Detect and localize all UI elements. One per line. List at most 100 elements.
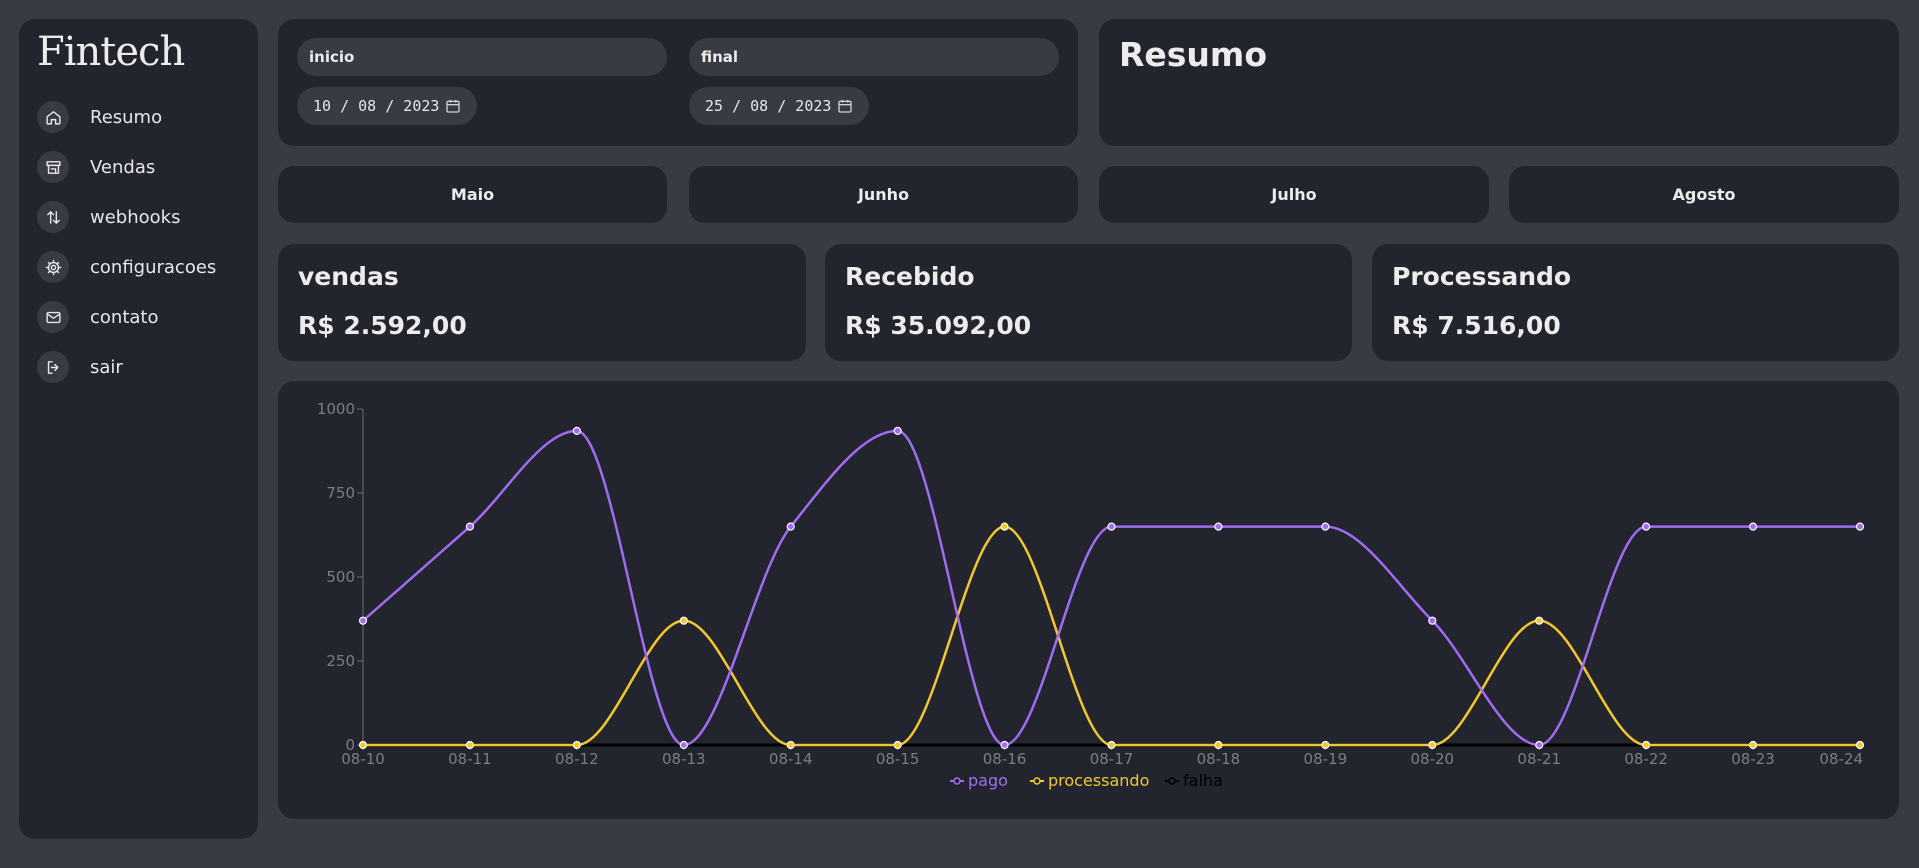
legend-label-processando: processando (1048, 771, 1149, 790)
store-icon (37, 151, 69, 183)
data-point-pago (1535, 740, 1544, 750)
data-point-processando (465, 740, 475, 750)
sidebar-item-label: contato (90, 306, 159, 328)
data-point-processando (1748, 740, 1758, 750)
x-tick-label: 08-23 (1731, 750, 1775, 768)
y-tick-label: 1000 (317, 400, 355, 418)
x-tick-label: 08-20 (1410, 750, 1454, 768)
start-date-label: inicio (297, 38, 667, 76)
stat-card-value: R$ 35.092,00 (845, 311, 1032, 340)
gear-icon (37, 251, 69, 283)
start-date-group: inicio 10 / 08 / 2023 (297, 38, 667, 125)
stat-card-value: R$ 2.592,00 (298, 311, 467, 340)
x-tick-label: 08-15 (876, 750, 920, 768)
sidebar-item-label: sair (90, 356, 123, 378)
x-tick-label: 08-13 (662, 750, 706, 768)
data-point-pago (1642, 522, 1651, 531)
data-point-pago (1428, 616, 1437, 625)
x-tick-label: 08-16 (983, 750, 1027, 768)
sidebar-item-label: configuracoes (90, 256, 217, 278)
data-point-pago (679, 740, 688, 750)
sidebar-item-webhooks[interactable]: webhooks (37, 201, 216, 233)
stat-card-value: R$ 7.516,00 (1392, 311, 1561, 340)
x-tick-label: 08-22 (1624, 750, 1668, 768)
x-tick-label: 08-10 (341, 750, 385, 768)
calendar-icon[interactable] (837, 98, 853, 114)
data-point-pago (1000, 740, 1009, 750)
data-point-processando (1535, 616, 1544, 625)
sidebar-nav: Resumo Vendas webhooks configuracoes con… (37, 101, 216, 401)
y-tick-label: 750 (326, 484, 355, 502)
sidebar-item-sair[interactable]: sair (37, 351, 216, 383)
data-point-pago (1748, 522, 1758, 531)
stat-card-recebido: Recebido R$ 35.092,00 (825, 244, 1352, 361)
sidebar-item-contato[interactable]: contato (37, 301, 216, 333)
data-point-processando (1855, 740, 1865, 750)
arrows-updown-icon (37, 201, 69, 233)
data-point-processando (1321, 740, 1330, 750)
x-tick-label: 08-12 (555, 750, 599, 768)
month-button-agosto[interactable]: Agosto (1509, 166, 1899, 223)
end-date-input[interactable]: 25 / 08 / 2023 (689, 87, 870, 125)
sidebar-item-resumo[interactable]: Resumo (37, 101, 216, 133)
logout-icon (37, 351, 69, 383)
sidebar-item-label: Vendas (90, 156, 156, 178)
legend-label-pago: pago (968, 771, 1008, 790)
data-point-processando (1107, 740, 1116, 750)
data-point-pago (786, 522, 795, 531)
x-tick-label: 08-11 (448, 750, 492, 768)
stat-card-title: vendas (298, 262, 399, 291)
data-point-pago (1214, 522, 1223, 531)
x-tick-label: 08-14 (769, 750, 813, 768)
data-point-processando (679, 616, 688, 625)
end-date-group: final 25 / 08 / 2023 (689, 38, 1059, 125)
month-button-julho[interactable]: Julho (1099, 166, 1489, 223)
data-point-pago (893, 426, 902, 435)
data-point-pago (572, 426, 581, 435)
sidebar-item-configuracoes[interactable]: configuracoes (37, 251, 216, 283)
data-point-pago (1107, 522, 1116, 531)
data-point-processando (358, 740, 368, 750)
data-point-processando (1642, 740, 1651, 750)
app-logo: Fintech (37, 29, 185, 75)
series-line-processando (363, 525, 1861, 747)
line-chart: 0250500750100008-10 08-11 08-12 08-13 08-14 0… (317, 400, 1865, 790)
x-tick-label: 08-17 (1090, 750, 1134, 768)
chart-panel: 0 250 500 750 1000 08-10 08-11 08-12 08-13 08-14 0… (278, 381, 1899, 819)
legend-marker-falha (1168, 777, 1176, 785)
summary-panel: Resumo (1099, 19, 1899, 146)
month-button-maio[interactable]: Maio (278, 166, 667, 223)
sidebar-item-vendas[interactable]: Vendas (37, 151, 216, 183)
stat-card-processando: Processando R$ 7.516,00 (1372, 244, 1899, 361)
stat-card-title: Recebido (845, 262, 975, 291)
data-point-pago (465, 522, 475, 531)
data-point-processando (786, 740, 795, 750)
legend-label-falha: falha (1183, 771, 1223, 790)
x-tick-label: 08-19 (1304, 750, 1348, 768)
stat-card-title: Processando (1392, 262, 1572, 291)
y-tick-label: 250 (326, 652, 355, 670)
page-title: Resumo (1119, 35, 1267, 74)
home-icon (37, 101, 69, 133)
series-line-pago (362, 429, 1860, 747)
x-tick-label: 08-18 (1197, 750, 1241, 768)
data-point-processando (1214, 740, 1223, 750)
data-point-pago (1855, 522, 1865, 531)
mail-icon (37, 301, 69, 333)
legend-marker-processando (1033, 777, 1041, 785)
start-date-input[interactable]: 10 / 08 / 2023 (297, 87, 478, 125)
stat-card-vendas: vendas R$ 2.592,00 (278, 244, 806, 361)
data-point-processando (572, 740, 581, 750)
sidebar: Fintech Resumo Vendas webhooks configura… (19, 19, 258, 839)
sidebar-item-label: Resumo (90, 106, 163, 128)
month-button-junho[interactable]: Junho (689, 166, 1078, 223)
calendar-icon[interactable] (445, 98, 461, 114)
legend-marker-pago (953, 777, 961, 785)
start-date-value: 10 / 08 / 2023 (313, 97, 440, 115)
end-date-label: final (689, 38, 1059, 76)
x-tick-label: 08-21 (1517, 750, 1561, 768)
data-point-processando (1000, 522, 1009, 531)
date-filter-panel: inicio 10 / 08 / 2023 final 25 / 08 / 20… (278, 19, 1078, 146)
data-point-processando (1428, 740, 1437, 750)
sidebar-item-label: webhooks (90, 206, 181, 228)
